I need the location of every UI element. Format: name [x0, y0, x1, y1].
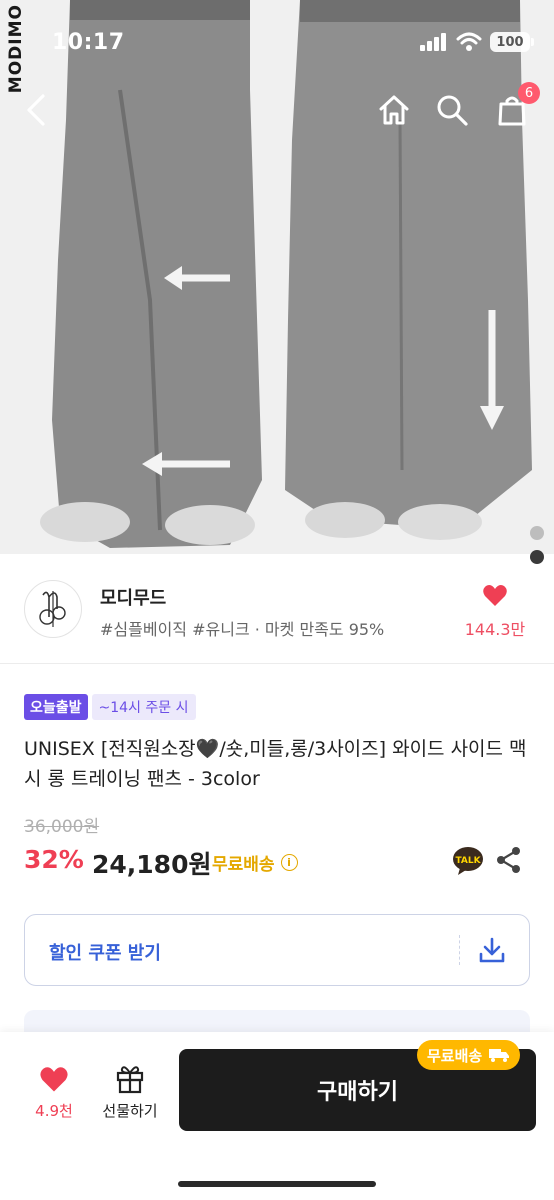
status-time: 10:17	[52, 30, 125, 55]
home-indicator	[178, 1181, 376, 1187]
seller-tags: #심플베이직 #유니크 · 마켓 만족도 95%	[100, 620, 385, 639]
product-title: UNISEX [전직원소장🖤/숏,미들,롱/3사이즈] 와이드 사이드 맥시 롱…	[24, 738, 527, 790]
cart-button[interactable]: 6	[492, 82, 540, 130]
seller-logo[interactable]	[24, 580, 82, 638]
order-cutoff-badge: ~14시 주문 시	[91, 694, 196, 720]
delivery-badges: 오늘출발 ~14시 주문 시	[24, 694, 196, 720]
today-shipping-badge: 오늘출발	[24, 694, 88, 720]
free-shipping-info[interactable]: 무료배송 i	[212, 850, 298, 875]
bottom-action-bar: 4.9천 선물하기 구매하기 무료배송	[0, 1032, 554, 1200]
kakao-talk-button[interactable]: TALK	[452, 846, 484, 880]
info-icon[interactable]: i	[280, 854, 298, 871]
battery-icon: 100	[490, 32, 534, 52]
share-icon	[497, 847, 520, 873]
search-button[interactable]	[432, 90, 472, 130]
share-button[interactable]	[496, 846, 522, 878]
gift-label: 선물하기	[102, 1102, 158, 1120]
chevron-left-icon	[27, 94, 45, 126]
product-image[interactable]: MODIMO	[0, 0, 554, 554]
download-icon	[479, 937, 505, 963]
seller-info[interactable]: 모디무드 #심플베이직 #유니크 · 마켓 만족도 95% 144.3만	[0, 554, 554, 664]
product-like-button[interactable]: 4.9천	[22, 1066, 86, 1121]
signal-icon	[420, 33, 446, 51]
talk-icon-label: TALK	[455, 856, 481, 866]
cart-count-badge: 6	[518, 82, 540, 104]
talk-icon: TALK	[453, 847, 483, 875]
sale-price: 24,180원	[92, 850, 212, 879]
gift-icon	[116, 1066, 144, 1094]
heart-icon	[40, 1067, 68, 1092]
coupon-divider	[459, 935, 460, 965]
buy-free-shipping-tag: 무료배송	[417, 1040, 521, 1070]
coupon-label[interactable]: 할인 쿠폰 받기	[49, 939, 161, 965]
wifi-icon	[456, 32, 482, 51]
buy-free-shipping-label: 무료배송	[427, 1046, 483, 1065]
seller-like-count: 144.3만	[464, 620, 526, 639]
seller-name[interactable]: 모디무드	[100, 584, 166, 610]
product-detail-page: MODIMO 10:17 100 6 모디무드 #심플베이직 #유니크 · 마켓…	[0, 0, 554, 1200]
search-icon	[437, 95, 468, 126]
heart-icon	[483, 585, 507, 606]
original-price: 36,000원	[24, 817, 100, 837]
free-shipping-label: 무료배송	[212, 855, 275, 875]
gift-button[interactable]: 선물하기	[98, 1062, 162, 1121]
pager-dot[interactable]	[530, 526, 544, 540]
home-button[interactable]	[374, 90, 414, 130]
seller-monogram-icon	[39, 591, 66, 627]
truck-icon	[489, 1049, 510, 1062]
product-like-count: 4.9천	[35, 1102, 73, 1120]
status-icons: 100	[420, 32, 534, 52]
seller-like-button[interactable]: 144.3만	[460, 584, 530, 640]
discount-rate: 32%	[24, 845, 84, 874]
pants-photo	[0, 0, 554, 554]
status-bar: 10:17 100	[0, 26, 554, 62]
coupon-download[interactable]: 할인 쿠폰 받기	[24, 914, 530, 986]
back-button[interactable]	[16, 90, 56, 130]
coupon-download-button[interactable]	[477, 935, 507, 969]
home-icon	[379, 95, 409, 125]
